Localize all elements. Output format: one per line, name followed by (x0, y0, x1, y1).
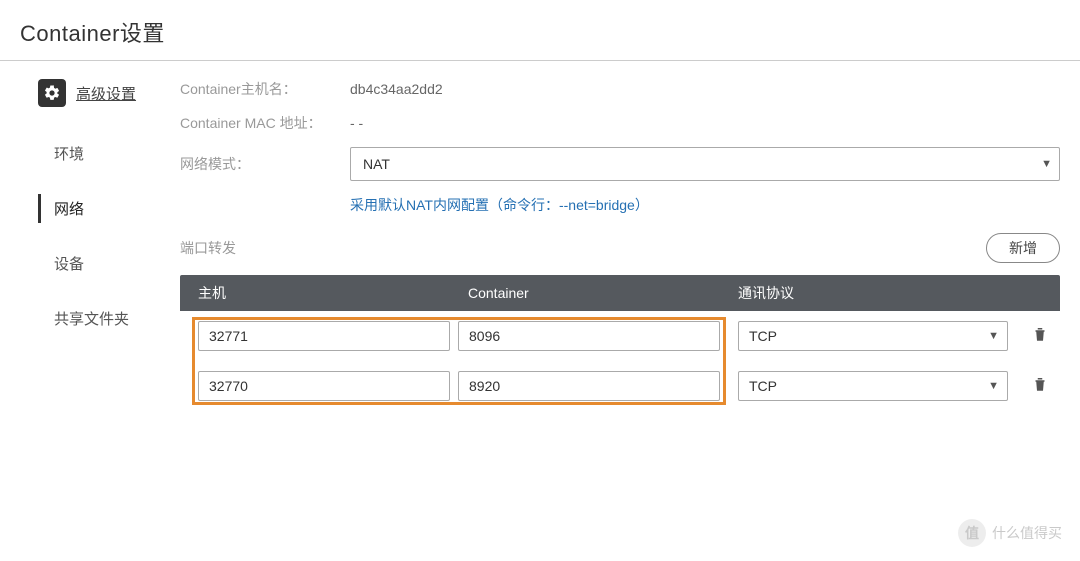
add-button[interactable]: 新增 (986, 233, 1060, 263)
col-protocol: 通讯协议 (720, 283, 1005, 303)
chevron-down-icon: ▼ (988, 330, 999, 342)
table-body: TCP ▼ TCP ▼ (180, 311, 1060, 411)
table-row: TCP ▼ (180, 311, 1060, 361)
protocol-value: TCP (749, 328, 777, 344)
table-row: TCP ▼ (180, 361, 1060, 411)
advanced-settings-link[interactable]: 高级设置 (38, 79, 180, 107)
content-panel: Container主机名： db4c34aa2dd2 Container MAC… (180, 79, 1080, 411)
watermark-text: 什么值得买 (992, 523, 1062, 543)
col-host: 主机 (180, 283, 450, 303)
page-title: Container设置 (0, 0, 1080, 60)
container-port-input[interactable] (458, 321, 720, 351)
protocol-value: TCP (749, 378, 777, 394)
container-port-input[interactable] (458, 371, 720, 401)
advanced-settings-label: 高级设置 (76, 83, 136, 104)
divider (0, 60, 1080, 61)
chevron-down-icon: ▼ (988, 380, 999, 392)
mac-label: Container MAC 地址： (180, 113, 350, 133)
protocol-select[interactable]: TCP ▼ (738, 321, 1008, 351)
host-port-input[interactable] (198, 321, 450, 351)
sidebar-item[interactable]: 网络 (38, 192, 180, 225)
hostname-label: Container主机名： (180, 79, 350, 99)
sidebar-item[interactable]: 共享文件夹 (38, 302, 180, 335)
port-table: 主机 Container 通讯协议 TCP ▼ TCP ▼ (180, 275, 1060, 411)
nat-note: 采用默认NAT内网配置（命令行：--net=bridge） (350, 195, 1060, 215)
netmode-select[interactable]: NAT (350, 147, 1060, 181)
netmode-value: NAT (363, 156, 390, 172)
hostname-value: db4c34aa2dd2 (350, 81, 443, 97)
sidebar: 高级设置 环境网络设备共享文件夹 (0, 79, 180, 411)
mac-value: - - (350, 115, 363, 131)
protocol-select[interactable]: TCP ▼ (738, 371, 1008, 401)
port-forward-label: 端口转发 (180, 238, 350, 258)
watermark-badge: 值 (958, 519, 986, 547)
table-header: 主机 Container 通讯协议 (180, 275, 1060, 311)
watermark: 值 什么值得买 (958, 519, 1062, 547)
host-port-input[interactable] (198, 371, 450, 401)
gear-icon (38, 79, 66, 107)
col-container: Container (450, 285, 720, 301)
trash-icon[interactable] (1031, 325, 1049, 343)
trash-icon[interactable] (1031, 375, 1049, 393)
netmode-label: 网络模式： (180, 154, 350, 174)
sidebar-item[interactable]: 环境 (38, 137, 180, 170)
sidebar-item[interactable]: 设备 (38, 247, 180, 280)
